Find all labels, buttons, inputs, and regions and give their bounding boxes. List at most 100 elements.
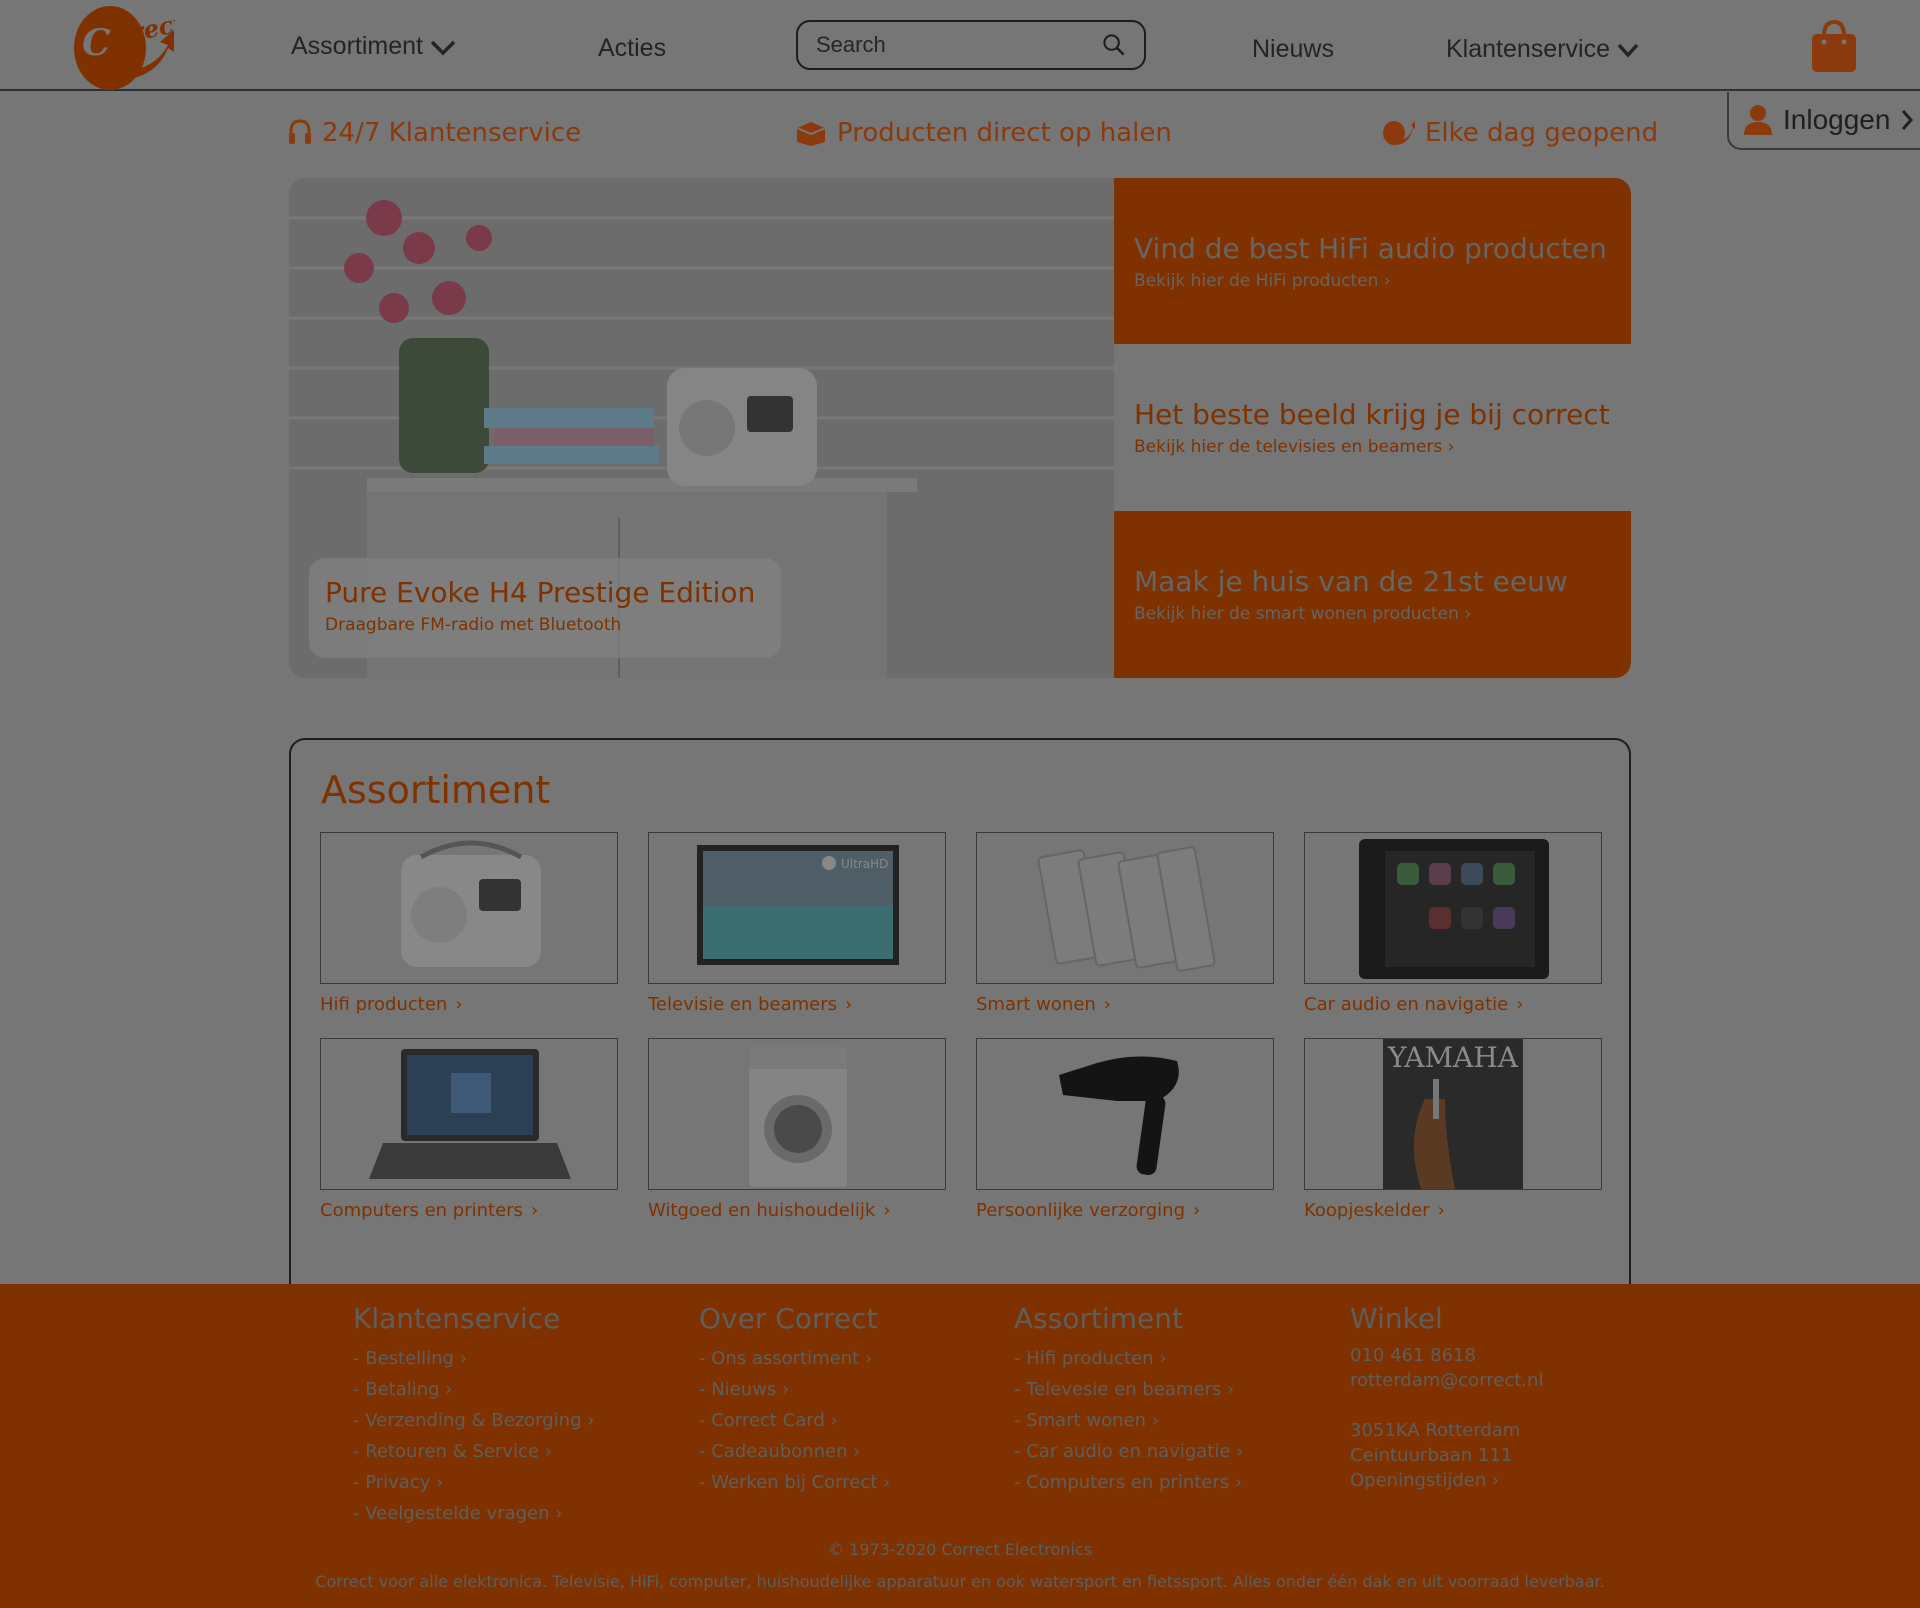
correct-logo[interactable]: C orrect bbox=[60, 0, 175, 92]
chevron-right-icon: › bbox=[1103, 994, 1111, 1015]
nav-klantenservice[interactable]: Klantenservice bbox=[1446, 35, 1640, 64]
category-image[interactable]: UltraHD bbox=[648, 832, 946, 984]
category-image[interactable] bbox=[648, 1038, 946, 1190]
hero-caption[interactable]: Pure Evoke H4 Prestige Edition Draagbare… bbox=[309, 558, 781, 658]
footer-link[interactable]: - Hifi producten › bbox=[1014, 1343, 1243, 1374]
category-label: Car audio en navigatie bbox=[1304, 994, 1509, 1015]
svg-text:UltraHD: UltraHD bbox=[841, 857, 888, 871]
category-image[interactable] bbox=[320, 832, 618, 984]
hero-caption-subtitle: Draagbare FM-radio met Bluetooth bbox=[325, 615, 622, 635]
chevron-right-icon: › bbox=[530, 1200, 539, 1221]
category-car-audio[interactable]: Car audio en navigatie › bbox=[1304, 832, 1602, 1015]
category-computers[interactable]: Computers en printers › bbox=[320, 1038, 618, 1221]
site-header: C orrect Assortiment Acties Nieuws Klant… bbox=[0, 0, 1920, 91]
footer-link[interactable]: - Werken bij Correct › bbox=[699, 1467, 890, 1498]
usp-label: Elke dag geopend bbox=[1425, 118, 1659, 148]
footer-link[interactable]: - Nieuws › bbox=[699, 1374, 890, 1405]
footer-link[interactable]: - Verzending & Bezorging › bbox=[353, 1405, 594, 1436]
chevron-right-icon: › bbox=[1464, 604, 1472, 624]
usp-label: 24/7 Klantenservice bbox=[322, 118, 582, 148]
footer-winkel: Winkel 010 461 8618 rotterdam@correct.nl… bbox=[1350, 1302, 1543, 1493]
footer-link[interactable]: - Correct Card › bbox=[699, 1405, 890, 1436]
footer-link[interactable]: - Betaling › bbox=[353, 1374, 594, 1405]
tile-link[interactable]: Bekijk hier de televisies en beamers › bbox=[1134, 437, 1611, 457]
footer-link[interactable]: - Retouren & Service › bbox=[353, 1436, 594, 1467]
headset-icon bbox=[289, 119, 311, 144]
footer-link[interactable]: - Smart wonen › bbox=[1014, 1405, 1243, 1436]
category-smart-wonen[interactable]: Smart wonen › bbox=[976, 832, 1274, 1015]
category-verzorging[interactable]: Persoonlijke verzorging › bbox=[976, 1038, 1274, 1221]
nav-assortiment[interactable]: Assortiment bbox=[291, 32, 457, 61]
login-label: Inloggen bbox=[1783, 104, 1891, 135]
category-image[interactable] bbox=[976, 1038, 1274, 1190]
login-button[interactable]: Inloggen bbox=[1727, 92, 1920, 150]
footer-link-text: - Privacy bbox=[353, 1472, 431, 1493]
footer-link-text: - Retouren & Service bbox=[353, 1441, 539, 1462]
hero-banner: Pure Evoke H4 Prestige Edition Draagbare… bbox=[289, 178, 1631, 678]
category-image[interactable]: YAMAHA bbox=[1304, 1038, 1602, 1190]
footer-link[interactable]: - Car audio en navigatie › bbox=[1014, 1436, 1243, 1467]
hero-caption-title: Pure Evoke H4 Prestige Edition bbox=[325, 576, 756, 609]
nav-acties[interactable]: Acties bbox=[598, 34, 666, 63]
footer-link[interactable]: - Veelgestelde vragen › bbox=[353, 1498, 594, 1529]
category-label: Televisie en beamers bbox=[648, 994, 838, 1015]
category-televisie[interactable]: UltraHD Televisie en beamers › bbox=[648, 832, 946, 1015]
tile-link[interactable]: Bekijk hier de HiFi producten › bbox=[1134, 271, 1611, 291]
hero-tile-smart-wonen[interactable]: Maak je huis van de 21st eeuw Bekijk hie… bbox=[1114, 511, 1631, 678]
nav-klantenservice-label: Klantenservice bbox=[1446, 35, 1610, 63]
svg-text:YAMAHA: YAMAHA bbox=[1387, 1041, 1519, 1074]
footer-link-text: - Nieuws bbox=[699, 1379, 777, 1400]
usp-label: Producten direct op halen bbox=[837, 118, 1172, 148]
tile-link-text: Bekijk hier de televisies en beamers bbox=[1134, 437, 1443, 457]
category-hifi[interactable]: Hifi producten › bbox=[320, 832, 618, 1015]
hero-tile-hifi[interactable]: Vind de best HiFi audio producten Bekijk… bbox=[1114, 178, 1631, 344]
footer-link[interactable]: - Ons assortiment › bbox=[699, 1343, 890, 1374]
chevron-right-icon: › bbox=[845, 994, 853, 1015]
search-box[interactable] bbox=[796, 20, 1146, 70]
footer-over-correct: Over Correct - Ons assortiment › - Nieuw… bbox=[699, 1302, 890, 1498]
chevron-right-icon bbox=[1902, 110, 1914, 130]
usp-klantenservice: 24/7 Klantenservice bbox=[288, 118, 581, 148]
category-label: Persoonlijke verzorging bbox=[976, 1200, 1186, 1221]
footer-link-text: - Televesie en beamers bbox=[1014, 1379, 1222, 1400]
footer-link[interactable]: - Privacy › bbox=[353, 1467, 594, 1498]
category-koopjeskelder[interactable]: YAMAHA Koopjeskelder › bbox=[1304, 1038, 1602, 1221]
assortiment-title: Assortiment bbox=[321, 768, 551, 812]
footer-link-text: Openingstijden bbox=[1350, 1470, 1487, 1491]
tile-title: Maak je huis van de 21st eeuw bbox=[1134, 565, 1568, 598]
category-witgoed[interactable]: Witgoed en huishoudelijk › bbox=[648, 1038, 946, 1221]
footer-heading: Klantenservice bbox=[353, 1302, 561, 1335]
footer-link-text: - Computers en printers bbox=[1014, 1472, 1230, 1493]
chevron-right-icon: › bbox=[1193, 1200, 1201, 1221]
footer-link[interactable]: - Cadeaubonnen › bbox=[699, 1436, 890, 1467]
search-icon[interactable] bbox=[1102, 30, 1126, 60]
nav-nieuws[interactable]: Nieuws bbox=[1252, 35, 1334, 64]
hero-image[interactable]: Pure Evoke H4 Prestige Edition Draagbare… bbox=[289, 178, 1114, 678]
footer-link-text: - Betaling bbox=[353, 1379, 440, 1400]
chevron-down-icon bbox=[430, 40, 456, 55]
footer-link[interactable]: Openingstijden › bbox=[1350, 1468, 1543, 1493]
category-image[interactable] bbox=[320, 1038, 618, 1190]
tile-link[interactable]: Bekijk hier de smart wonen producten › bbox=[1134, 604, 1611, 624]
usp-ophalen: Producten direct op halen bbox=[795, 118, 1172, 148]
correct-mini-logo-icon bbox=[1383, 121, 1415, 145]
footer-tagline: Correct voor alle elektronica. Televisie… bbox=[315, 1572, 1605, 1591]
footer-link[interactable]: - Bestelling › bbox=[353, 1343, 594, 1374]
category-image[interactable] bbox=[1304, 832, 1602, 984]
search-input[interactable] bbox=[816, 32, 1096, 58]
hero-tile-televisie[interactable]: Het beste beeld krijg je bij correct Bek… bbox=[1114, 344, 1631, 511]
shopping-bag-icon[interactable] bbox=[1810, 20, 1858, 74]
usp-geopend: Elke dag geopend bbox=[1381, 118, 1658, 148]
footer-link[interactable]: - Televesie en beamers › bbox=[1014, 1374, 1243, 1405]
footer-email[interactable]: rotterdam@correct.nl bbox=[1350, 1368, 1543, 1393]
footer-link-text: - Correct Card bbox=[699, 1410, 825, 1431]
footer-link[interactable]: - Computers en printers › bbox=[1014, 1467, 1243, 1498]
category-label: Witgoed en huishoudelijk bbox=[648, 1200, 876, 1221]
category-label: Hifi producten bbox=[320, 994, 448, 1015]
site-footer: Klantenservice - Bestelling › - Betaling… bbox=[0, 1284, 1920, 1608]
category-image[interactable] bbox=[976, 832, 1274, 984]
footer-link-text: - Verzending & Bezorging bbox=[353, 1410, 582, 1431]
footer-link-text: - Cadeaubonnen bbox=[699, 1441, 848, 1462]
footer-phone[interactable]: 010 461 8618 bbox=[1350, 1343, 1543, 1368]
footer-link-text: - Veelgestelde vragen bbox=[353, 1503, 550, 1524]
